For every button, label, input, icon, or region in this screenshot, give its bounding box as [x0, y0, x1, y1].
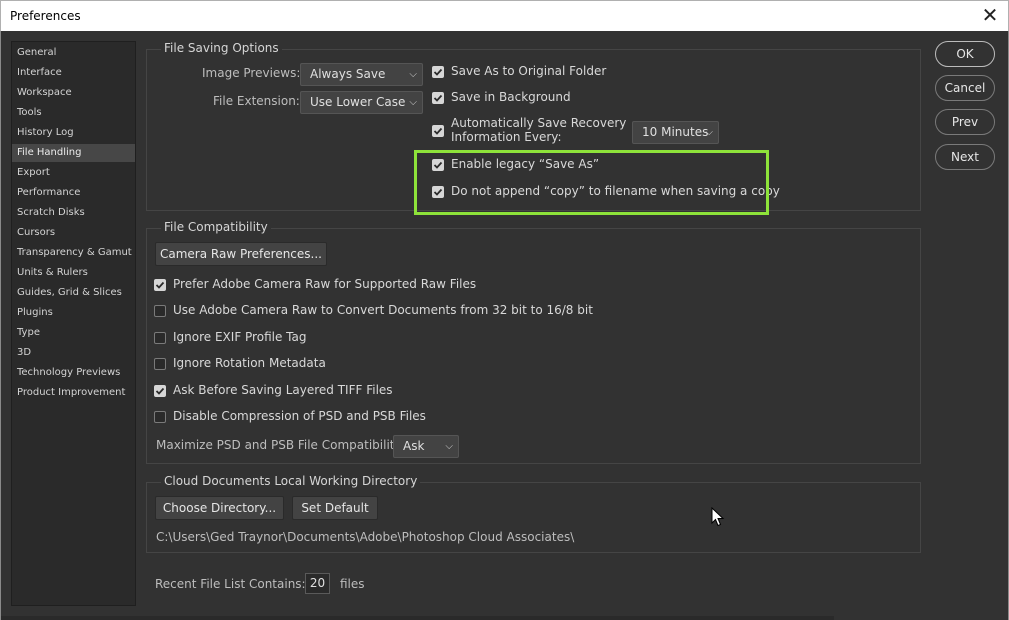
sidebar-item-product-improvement[interactable]: Product Improvement: [12, 384, 135, 402]
sidebar-item-file-handling[interactable]: File Handling: [12, 144, 135, 162]
ignore-rotation-label: Ignore Rotation Metadata: [173, 356, 326, 370]
sidebar-item-general[interactable]: General: [12, 44, 135, 62]
sidebar-item-plugins[interactable]: Plugins: [12, 304, 135, 322]
image-previews-value: Always Save: [310, 67, 386, 81]
save-as-original-checkbox[interactable]: [432, 66, 444, 78]
title-bar: Preferences ✕: [0, 0, 1009, 31]
file-extension-select[interactable]: Use Lower Case ⌵: [300, 91, 423, 114]
ignore-exif-checkbox[interactable]: [154, 332, 166, 344]
sidebar-item-type[interactable]: Type: [12, 324, 135, 342]
file-extension-value: Use Lower Case: [310, 95, 406, 109]
convert-32bit-label: Use Adobe Camera Raw to Convert Document…: [173, 303, 593, 317]
chevron-down-icon: ⌵: [705, 127, 713, 138]
recent-files-label: Recent File List Contains:: [155, 577, 306, 591]
sidebar-item-workspace[interactable]: Workspace: [12, 84, 135, 102]
sidebar-item-scratch-disks[interactable]: Scratch Disks: [12, 204, 135, 222]
sidebar-item-units-rulers[interactable]: Units & Rulers: [12, 264, 135, 282]
cancel-button[interactable]: Cancel: [935, 75, 995, 101]
sidebar-item-performance[interactable]: Performance: [12, 184, 135, 202]
file-extension-label: File Extension:: [213, 94, 300, 108]
prev-button[interactable]: Prev: [935, 109, 995, 135]
save-as-original-label: Save As to Original Folder: [451, 64, 607, 78]
chevron-down-icon: ⌵: [409, 69, 417, 80]
next-button[interactable]: Next: [935, 144, 995, 170]
maximize-compat-select[interactable]: Ask ⌵: [393, 435, 459, 458]
bottom-edge: [1, 616, 834, 620]
recent-files-input[interactable]: 20: [305, 573, 330, 594]
auto-save-interval-select[interactable]: 10 Minutes ⌵: [632, 121, 719, 144]
ask-layered-tiff-checkbox[interactable]: [154, 385, 166, 397]
choose-directory-button[interactable]: Choose Directory...: [155, 496, 284, 520]
auto-save-checkbox[interactable]: [432, 125, 444, 137]
sidebar-item-technology-previews[interactable]: Technology Previews: [12, 364, 135, 382]
sidebar-item-cursors[interactable]: Cursors: [12, 224, 135, 242]
sidebar: General Interface Workspace Tools Histor…: [11, 41, 136, 606]
auto-save-label-line2: Information Every:: [451, 130, 562, 144]
ignore-rotation-checkbox[interactable]: [154, 358, 166, 370]
mouse-cursor-icon: [711, 507, 725, 527]
chevron-down-icon: ⌵: [445, 441, 453, 452]
ok-button[interactable]: OK: [935, 41, 995, 67]
auto-save-label-line1: Automatically Save Recovery: [451, 116, 627, 130]
sidebar-item-history-log[interactable]: History Log: [12, 124, 135, 142]
maximize-compat-value: Ask: [403, 439, 425, 453]
sidebar-item-guides-grid-slices[interactable]: Guides, Grid & Slices: [12, 284, 135, 302]
sidebar-item-tools[interactable]: Tools: [12, 104, 135, 122]
sidebar-item-transparency-gamut[interactable]: Transparency & Gamut: [12, 244, 135, 262]
file-saving-title: File Saving Options: [161, 41, 282, 55]
sidebar-item-export[interactable]: Export: [12, 164, 135, 182]
window-title: Preferences: [10, 9, 81, 23]
ignore-exif-label: Ignore EXIF Profile Tag: [173, 330, 307, 344]
camera-raw-preferences-button[interactable]: Camera Raw Preferences...: [155, 242, 327, 266]
sidebar-item-3d[interactable]: 3D: [12, 344, 135, 362]
set-default-button[interactable]: Set Default: [292, 496, 378, 520]
maximize-compat-label: Maximize PSD and PSB File Compatibility:: [156, 438, 405, 452]
cloud-path: C:\Users\Ged Traynor\Documents\Adobe\Pho…: [156, 530, 575, 544]
sidebar-item-interface[interactable]: Interface: [12, 64, 135, 82]
highlight-box: [414, 150, 769, 215]
close-icon[interactable]: ✕: [980, 5, 1000, 25]
ask-layered-tiff-label: Ask Before Saving Layered TIFF Files: [173, 383, 393, 397]
file-compat-title: File Compatibility: [161, 220, 271, 234]
prefer-camera-raw-checkbox[interactable]: [154, 279, 166, 291]
save-in-background-label: Save in Background: [451, 90, 571, 104]
image-previews-select[interactable]: Always Save ⌵: [300, 63, 423, 86]
save-in-background-checkbox[interactable]: [432, 92, 444, 104]
image-previews-label: Image Previews:: [202, 66, 301, 80]
prefer-camera-raw-label: Prefer Adobe Camera Raw for Supported Ra…: [173, 277, 477, 291]
auto-save-interval-value: 10 Minutes: [642, 125, 709, 139]
preferences-dialog: General Interface Workspace Tools Histor…: [0, 31, 1009, 620]
chevron-down-icon: ⌵: [409, 97, 417, 108]
cloud-docs-title: Cloud Documents Local Working Directory: [161, 474, 421, 488]
disable-compression-label: Disable Compression of PSD and PSB Files: [173, 409, 426, 423]
disable-compression-checkbox[interactable]: [154, 411, 166, 423]
convert-32bit-checkbox[interactable]: [154, 305, 166, 317]
recent-files-suffix: files: [340, 577, 365, 591]
